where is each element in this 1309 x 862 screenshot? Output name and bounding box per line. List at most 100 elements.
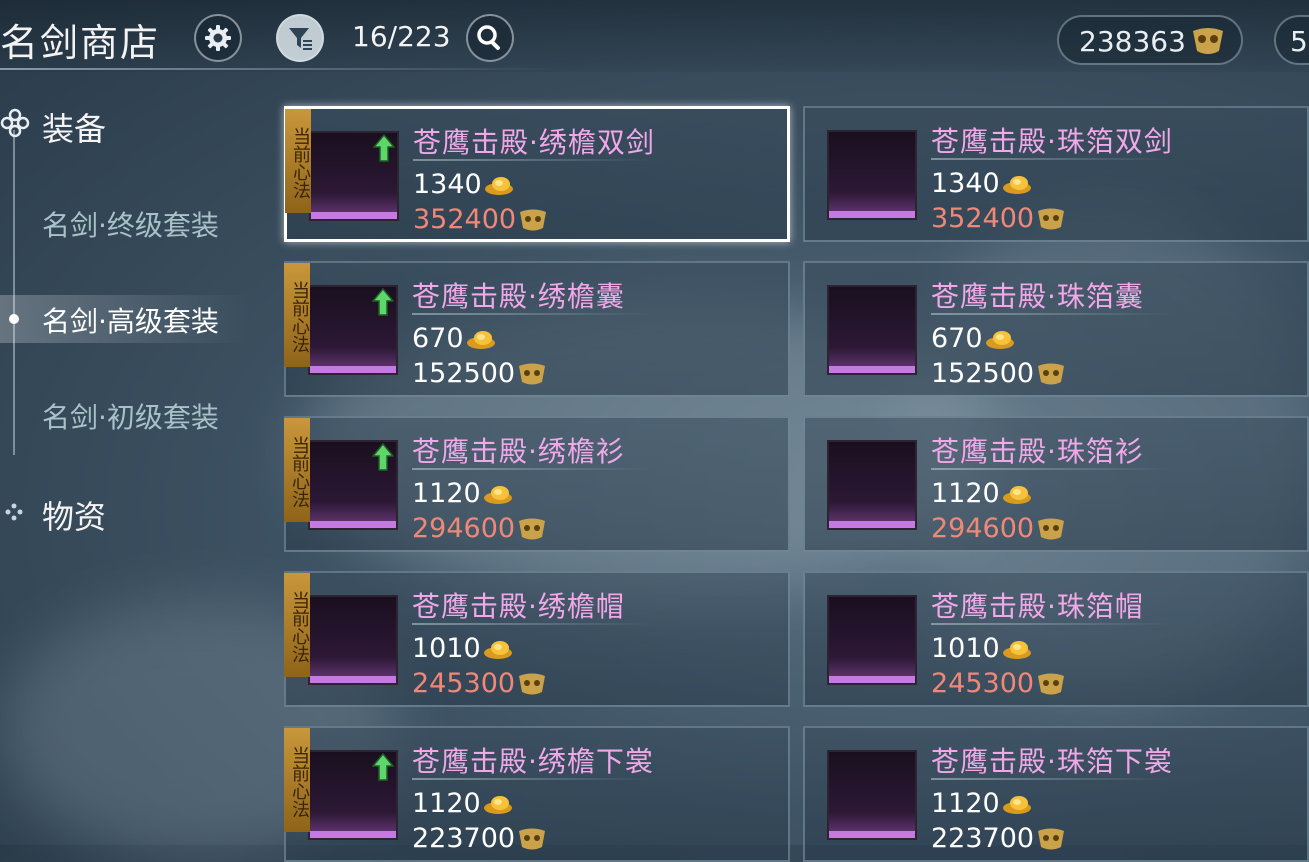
gold-ingot-icon <box>1002 796 1031 814</box>
rarity-bar <box>829 211 915 218</box>
item-divider <box>412 468 652 470</box>
gold-price: 1010 <box>412 633 481 664</box>
gold-ingot-icon <box>466 331 495 349</box>
item-thumbnail <box>827 285 917 375</box>
item-card[interactable]: 当前心法 苍鹰击殿·绣檐帽 1010 245300 <box>284 571 790 707</box>
item-divider <box>413 159 653 161</box>
gold-price: 1120 <box>412 788 481 819</box>
coin-price-row: 352400 <box>931 203 1066 234</box>
currency-value-2: 59 <box>1290 25 1309 58</box>
coin-price: 352400 <box>413 204 517 235</box>
gold-price-row: 1120 <box>412 478 513 509</box>
sidebar-item-basic-set[interactable]: 名剑·初级套装 <box>42 396 219 436</box>
item-divider <box>931 623 1171 625</box>
currency-value: 238363 <box>1079 25 1186 58</box>
category-equipment[interactable]: 装备 <box>42 104 106 150</box>
item-card[interactable]: 苍鹰击殿·珠箔双剑 1340 352400 <box>803 106 1309 242</box>
filter-button[interactable] <box>276 14 324 62</box>
sidebar-item-advanced-set[interactable]: 名剑·高级套装 <box>42 300 219 340</box>
gold-price-row: 1120 <box>412 788 513 819</box>
gold-ingot-icon <box>985 331 1014 349</box>
coin-price-row: 294600 <box>412 513 547 544</box>
item-thumbnail <box>827 750 917 840</box>
rarity-bar <box>311 212 397 219</box>
item-card[interactable]: 当前心法 苍鹰击殿·绣檐囊 670 152500 <box>284 261 790 397</box>
item-divider <box>931 313 1171 315</box>
gold-ingot-icon <box>483 796 512 814</box>
current-school-tag: 当前心法 <box>284 418 310 522</box>
gold-price: 1340 <box>413 169 482 200</box>
item-divider <box>931 468 1171 470</box>
coin-pouch-icon <box>519 363 546 385</box>
item-card[interactable]: 当前心法 苍鹰击殿·绣檐下裳 1120 223700 <box>284 726 790 862</box>
coin-pouch-icon <box>1193 28 1223 54</box>
item-card[interactable]: 苍鹰击殿·珠箔衫 1120 294600 <box>803 416 1309 552</box>
item-thumbnail <box>827 130 917 220</box>
item-divider <box>412 623 652 625</box>
coin-pouch-icon <box>1038 208 1065 230</box>
item-divider <box>412 313 652 315</box>
rarity-bar <box>310 676 396 683</box>
search-button[interactable] <box>466 14 514 62</box>
category-supplies[interactable]: 物资 <box>42 492 106 538</box>
item-card[interactable]: 当前心法 苍鹰击殿·绣檐双剑 1340 352400 <box>284 106 790 242</box>
coin-price-row: 245300 <box>412 668 547 699</box>
gold-ingot-icon <box>483 486 512 504</box>
active-dot <box>9 314 19 324</box>
item-card[interactable]: 苍鹰击殿·珠箔下裳 1120 223700 <box>803 726 1309 862</box>
currency-display-2: 59 <box>1274 15 1309 65</box>
gold-ingot-icon <box>483 641 512 659</box>
gear-icon <box>205 25 231 51</box>
item-divider <box>412 778 652 780</box>
coin-price-row: 152500 <box>931 358 1066 389</box>
item-name: 苍鹰击殿·绣檐双剑 <box>413 126 655 159</box>
item-name: 苍鹰击殿·珠箔双剑 <box>931 125 1173 158</box>
item-name: 苍鹰击殿·绣檐囊 <box>412 280 625 313</box>
current-school-tag: 当前心法 <box>285 109 311 213</box>
gold-price: 1340 <box>931 168 1000 199</box>
coin-pouch-icon <box>519 828 546 850</box>
upgrade-arrow-icon <box>372 752 394 781</box>
item-divider <box>931 778 1171 780</box>
item-counter: 16/223 <box>352 20 451 53</box>
rarity-bar <box>829 366 915 373</box>
settings-button[interactable] <box>194 14 242 62</box>
gold-price: 1120 <box>931 788 1000 819</box>
coin-price: 152500 <box>931 358 1035 389</box>
item-card[interactable]: 当前心法 苍鹰击殿·绣檐衫 1120 294600 <box>284 416 790 552</box>
upgrade-arrow-icon <box>373 133 395 162</box>
search-icon <box>477 25 501 51</box>
gold-price: 670 <box>412 323 464 354</box>
coin-pouch-icon <box>1038 673 1065 695</box>
item-card[interactable]: 苍鹰击殿·珠箔囊 670 152500 <box>803 261 1309 397</box>
coin-price: 223700 <box>412 823 516 854</box>
item-name: 苍鹰击殿·珠箔帽 <box>931 590 1144 623</box>
coin-pouch-icon <box>519 518 546 540</box>
sparkle-icon <box>5 503 23 521</box>
coin-price-row: 223700 <box>412 823 547 854</box>
rarity-bar <box>829 521 915 528</box>
coin-price-row: 352400 <box>413 204 548 235</box>
coin-price: 294600 <box>412 513 516 544</box>
coin-price: 294600 <box>931 513 1035 544</box>
rarity-bar <box>310 831 396 838</box>
gold-price-row: 1120 <box>931 788 1032 819</box>
gold-price-row: 670 <box>412 323 496 354</box>
gold-price: 1120 <box>412 478 481 509</box>
sidebar-item-ultimate-set[interactable]: 名剑·终级套装 <box>42 204 219 244</box>
coin-pouch-icon <box>1038 363 1065 385</box>
gold-ingot-icon <box>484 177 513 195</box>
upgrade-arrow-icon <box>372 287 394 316</box>
gold-ingot-icon <box>1002 641 1031 659</box>
gold-price: 1120 <box>931 478 1000 509</box>
header-bar: 名剑商店 16/223 238363 5 <box>0 0 1309 72</box>
item-thumbnail <box>827 440 917 530</box>
current-school-tag: 当前心法 <box>284 573 310 677</box>
current-school-tag: 当前心法 <box>284 263 310 367</box>
flower-icon <box>0 108 30 138</box>
item-card[interactable]: 苍鹰击殿·珠箔帽 1010 245300 <box>803 571 1309 707</box>
coin-pouch-icon <box>520 209 547 231</box>
coin-price-row: 245300 <box>931 668 1066 699</box>
item-name: 苍鹰击殿·珠箔囊 <box>931 280 1144 313</box>
rarity-bar <box>829 676 915 683</box>
